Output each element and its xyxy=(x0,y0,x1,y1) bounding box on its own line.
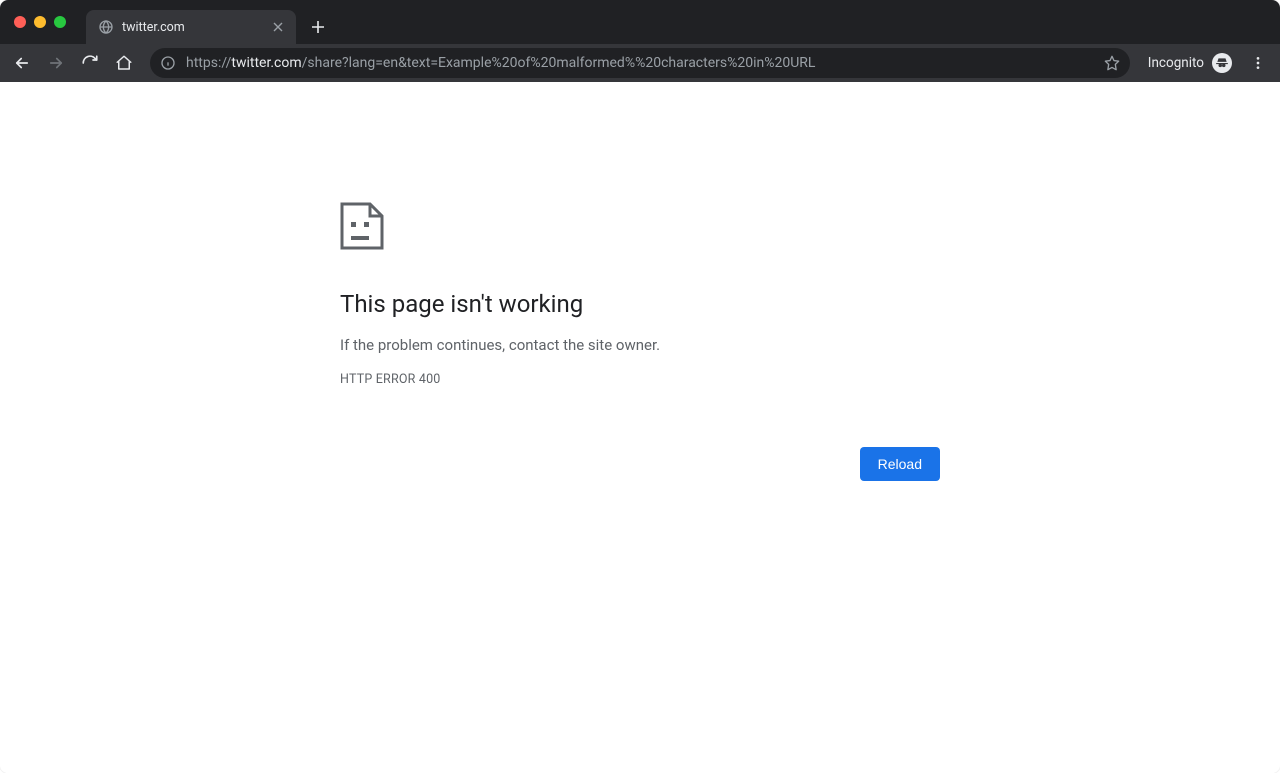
browser-tab[interactable]: twitter.com xyxy=(86,10,296,44)
browser-window: twitter.com xyxy=(0,0,1280,773)
url-text: https://twitter.com/share?lang=en&text=E… xyxy=(186,55,1094,71)
back-button[interactable] xyxy=(8,49,36,77)
tab-strip: twitter.com xyxy=(86,0,332,44)
window-close-button[interactable] xyxy=(14,16,26,28)
error-code: HTTP ERROR 400 xyxy=(340,372,940,387)
url-path: /share?lang=en&text=Example%20of%20malfo… xyxy=(302,55,816,71)
forward-button[interactable] xyxy=(42,49,70,77)
titlebar: twitter.com xyxy=(0,0,1280,44)
home-button[interactable] xyxy=(110,49,138,77)
incognito-label: Incognito xyxy=(1148,55,1204,71)
sad-page-icon xyxy=(340,202,940,250)
error-page: This page isn't working If the problem c… xyxy=(340,202,940,481)
reload-page-button[interactable]: Reload xyxy=(860,447,940,481)
site-info-icon[interactable] xyxy=(160,55,176,71)
menu-button[interactable] xyxy=(1244,49,1272,77)
globe-icon xyxy=(98,19,114,35)
new-tab-button[interactable] xyxy=(304,13,332,41)
window-zoom-button[interactable] xyxy=(54,16,66,28)
window-controls xyxy=(10,0,72,44)
incognito-icon xyxy=(1212,53,1232,73)
close-tab-button[interactable] xyxy=(270,19,286,35)
tab-title: twitter.com xyxy=(122,20,262,35)
url-scheme: https:// xyxy=(186,55,231,71)
error-title: This page isn't working xyxy=(340,290,940,318)
address-bar[interactable]: https://twitter.com/share?lang=en&text=E… xyxy=(150,48,1130,78)
window-minimize-button[interactable] xyxy=(34,16,46,28)
url-host: twitter.com xyxy=(231,55,301,71)
toolbar: https://twitter.com/share?lang=en&text=E… xyxy=(0,44,1280,82)
reload-button[interactable] xyxy=(76,49,104,77)
error-message: If the problem continues, contact the si… xyxy=(340,336,940,354)
incognito-indicator[interactable]: Incognito xyxy=(1142,53,1238,73)
bookmark-star-icon[interactable] xyxy=(1104,55,1120,71)
page-content: This page isn't working If the problem c… xyxy=(0,82,1280,773)
